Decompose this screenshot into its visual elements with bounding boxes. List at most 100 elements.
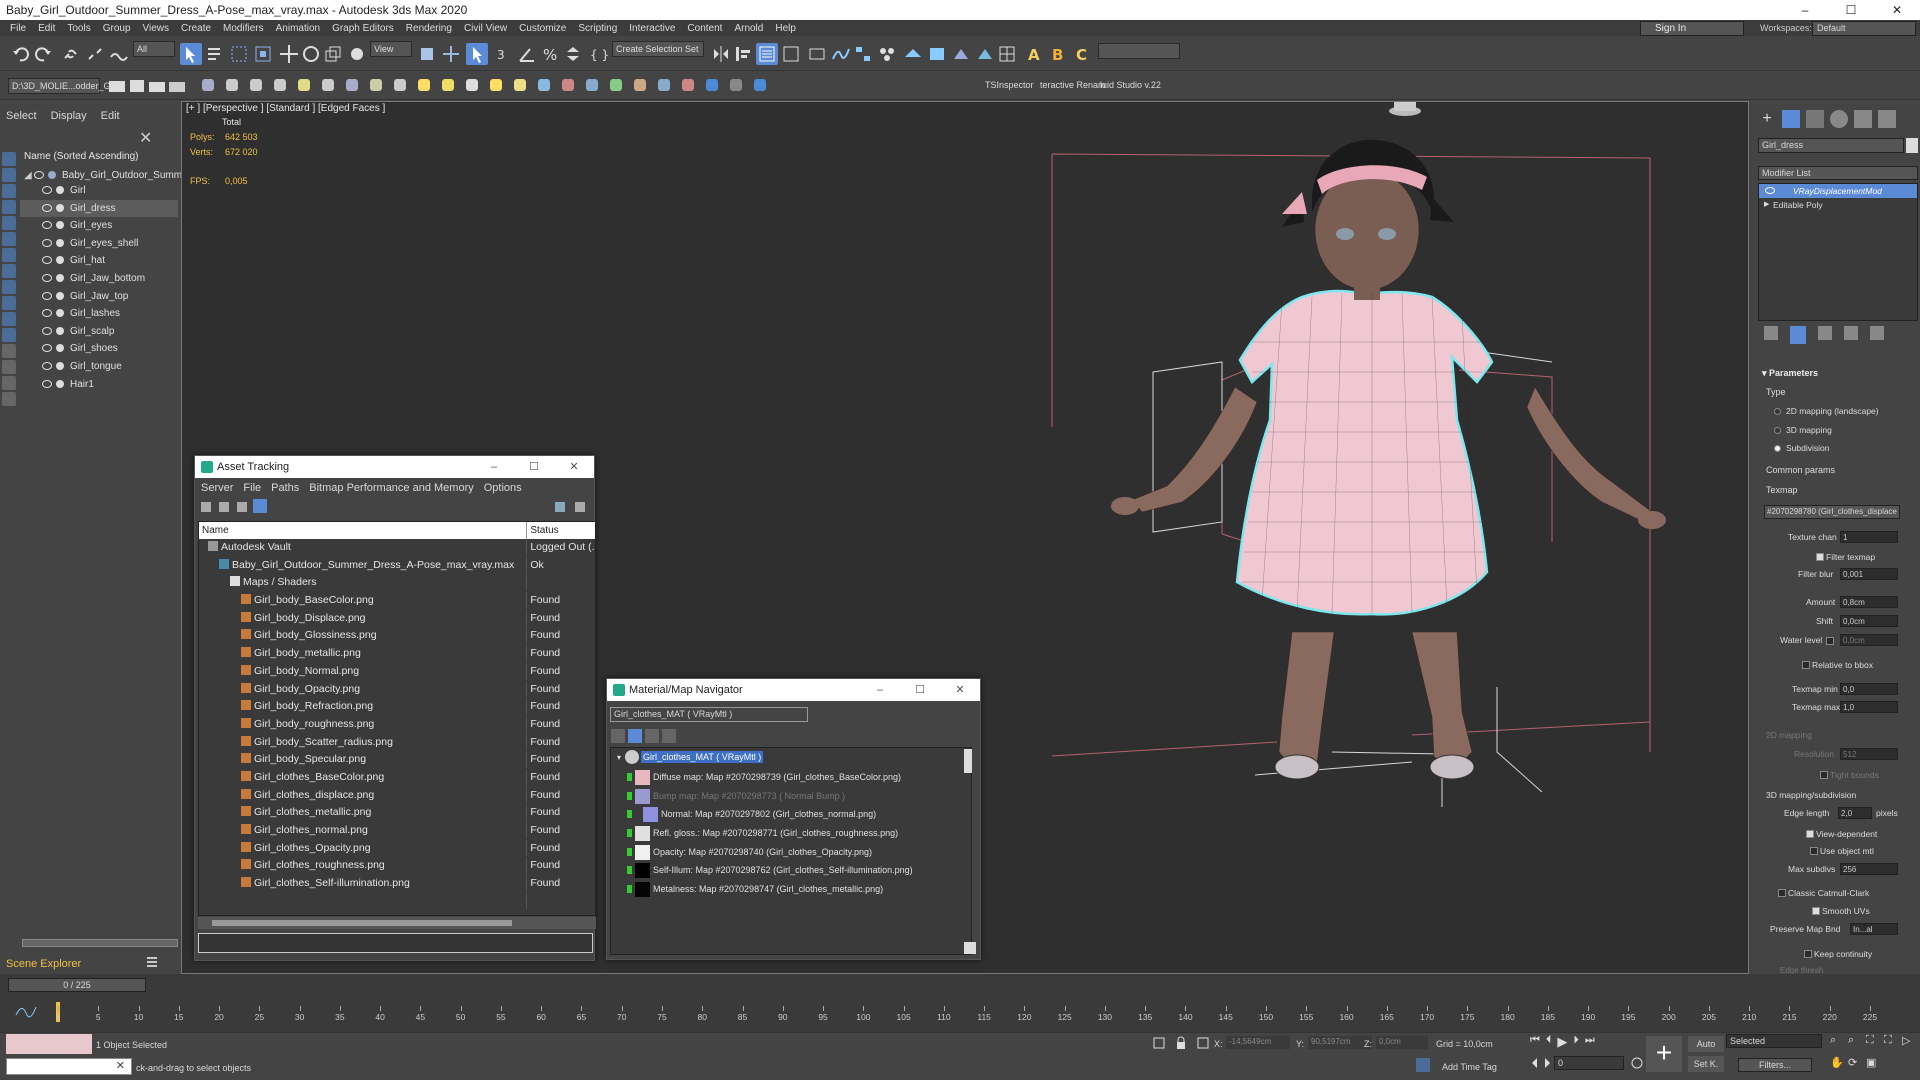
current-material-field[interactable]: Girl_clothes_MAT ( VRayMtl ) xyxy=(610,707,808,722)
texture-chan-spinner[interactable]: 1 xyxy=(1840,531,1898,543)
toggle-ribbon-icon[interactable] xyxy=(806,43,828,65)
motion-tab-icon[interactable] xyxy=(1830,110,1848,128)
scene-object-row[interactable]: Girl_shoes xyxy=(20,340,178,358)
radio-icon[interactable] xyxy=(1774,408,1781,415)
map-row[interactable]: Diffuse map: Map #2070298739 (Girl_cloth… xyxy=(611,768,971,787)
select-by-name-icon[interactable] xyxy=(204,43,226,65)
visibility-eye-icon[interactable] xyxy=(42,379,52,388)
sphere-tool-icon[interactable] xyxy=(370,79,382,91)
interactive-rename-label[interactable]: teractive Renam xyxy=(1040,80,1106,90)
radio-icon[interactable] xyxy=(1774,445,1781,452)
filter-bones-icon[interactable] xyxy=(2,280,16,294)
texmap-min-spinner[interactable]: 0,0 xyxy=(1840,683,1898,695)
column-status-header[interactable]: Status xyxy=(527,522,595,539)
redo-icon[interactable] xyxy=(32,43,54,65)
visibility-eye-icon[interactable] xyxy=(42,256,52,265)
lock-selection-icon[interactable] xyxy=(1174,1036,1188,1050)
render-iterative-icon[interactable] xyxy=(974,43,996,65)
parameters-rollout[interactable]: ▾ Parameters xyxy=(1762,368,1818,379)
render-toggle-icon[interactable] xyxy=(56,309,64,318)
pivot-icon[interactable] xyxy=(416,43,438,65)
visibility-eye-icon[interactable] xyxy=(42,203,52,212)
previous-frame-icon[interactable]: ⏴ xyxy=(1546,1034,1552,1050)
filter-helpers-icon[interactable] xyxy=(2,216,16,230)
time-slider[interactable]: 0 / 225 xyxy=(8,978,146,992)
project-folder-icon[interactable] xyxy=(106,75,128,97)
sign-in-dropdown[interactable]: Sign In xyxy=(1640,21,1744,36)
link-icon[interactable] xyxy=(60,43,82,65)
asset-row[interactable]: Girl_clothes_BaseColor.png Found xyxy=(199,768,595,787)
map-row[interactable]: Refl. gloss.: Map #2070298771 (Girl_clot… xyxy=(611,824,971,843)
close-icon[interactable]: ✕ xyxy=(940,679,980,701)
asset-row[interactable]: Girl_clothes_roughness.png Found xyxy=(199,857,595,876)
scale-icon[interactable] xyxy=(322,43,344,65)
map-row[interactable]: Self-Illum: Map #2070298762 (Girl_clothe… xyxy=(611,861,971,880)
visibility-eye-icon[interactable] xyxy=(42,273,52,282)
menu-options[interactable]: Options xyxy=(484,482,522,494)
configure-sets-icon[interactable] xyxy=(1870,326,1884,340)
geosphere-tool-icon[interactable] xyxy=(466,79,478,91)
maximize-button[interactable]: ☐ xyxy=(1828,0,1874,20)
keyboard-shortcut-icon[interactable] xyxy=(466,43,488,65)
scene-object-row[interactable]: Girl_dress xyxy=(20,199,178,218)
play-icon[interactable]: ▶ xyxy=(1557,1034,1567,1050)
collapse-arrow-icon[interactable]: ▾ xyxy=(617,749,621,767)
scene-object-row[interactable]: Girl_lashes xyxy=(20,305,178,323)
cone-tool-icon[interactable] xyxy=(442,79,454,91)
particle-tool-icon[interactable] xyxy=(562,79,574,91)
project-path-dropdown[interactable]: D:\3D_MOLIE...odder_Gi xyxy=(8,78,113,94)
fov-icon[interactable]: ▷ xyxy=(1902,1034,1916,1048)
modify-tab-icon[interactable] xyxy=(1782,110,1800,128)
max-subdivs-spinner[interactable]: 256 xyxy=(1840,863,1898,875)
toggle-layer-explorer-icon[interactable] xyxy=(780,43,802,65)
column-name-header[interactable]: Name xyxy=(199,522,528,539)
asset-row[interactable]: Girl_clothes_metallic.png Found xyxy=(199,804,595,822)
spinner-snap-icon[interactable] xyxy=(562,43,584,65)
current-frame-field[interactable]: 0 xyxy=(1554,1056,1624,1070)
menu-civil-view[interactable]: Civil View xyxy=(458,23,513,34)
menu-modifiers[interactable]: Modifiers xyxy=(217,23,270,34)
use-object-mtl-checkbox[interactable] xyxy=(1810,847,1818,855)
render-tool-icon[interactable] xyxy=(754,79,766,91)
selection-set-dropdown[interactable]: Selected xyxy=(1726,1034,1822,1048)
relative-bbox-checkbox[interactable] xyxy=(1802,661,1810,669)
view-list-icon[interactable] xyxy=(611,729,625,743)
view-small-icons-icon[interactable] xyxy=(645,729,659,743)
add-time-tag-label[interactable]: Add Time Tag xyxy=(1442,1062,1497,1072)
zoom-icon[interactable]: ⌕ xyxy=(1830,1034,1844,1048)
go-to-end-icon[interactable]: ⏭ xyxy=(1585,1034,1595,1050)
angle-snap-icon[interactable] xyxy=(516,43,538,65)
render-grid-icon[interactable] xyxy=(996,43,1018,65)
material-tool-icon[interactable] xyxy=(658,79,670,91)
mirror-icon[interactable] xyxy=(710,43,732,65)
render-toggle-icon[interactable] xyxy=(56,379,64,388)
auto-key-button[interactable]: Auto xyxy=(1688,1036,1724,1052)
menu-animation[interactable]: Animation xyxy=(270,23,326,34)
scene-explorer-scrollbar[interactable] xyxy=(22,939,178,947)
viewport-label[interactable]: [+ ] [Perspective ] [Standard ] [Edged F… xyxy=(186,103,385,114)
zoom-extents-icon[interactable]: ⛶ xyxy=(1866,1034,1880,1048)
keep-continuity-checkbox[interactable] xyxy=(1804,950,1812,958)
scene-object-row[interactable]: Girl_tongue xyxy=(20,358,178,376)
filter-spacewarps-icon[interactable] xyxy=(2,232,16,246)
unlink-icon[interactable] xyxy=(84,43,106,65)
menu-file[interactable]: File xyxy=(4,23,32,34)
tab-display[interactable]: Display xyxy=(51,110,87,122)
map-row[interactable]: Normal: Map #2070297802 (Girl_clothes_no… xyxy=(611,805,971,824)
helper-tool-icon[interactable] xyxy=(634,79,646,91)
toolbar-icon-1[interactable] xyxy=(201,502,211,512)
asset-row[interactable]: Girl_clothes_Self-illumination.png Found xyxy=(199,875,595,893)
fluid-studio-label[interactable]: luid Studio v.22 xyxy=(1100,80,1161,90)
type-radio-option[interactable]: 3D mapping xyxy=(1774,421,1879,440)
minimize-icon[interactable]: – xyxy=(474,456,514,478)
close-button[interactable]: ✕ xyxy=(1874,0,1920,20)
render-toggle-icon[interactable] xyxy=(56,291,64,300)
modifier-eye-icon[interactable] xyxy=(1765,187,1775,194)
scene-object-row[interactable]: Girl_Jaw_bottom xyxy=(20,270,178,288)
asset-row[interactable]: Girl_body_Opacity.png Found xyxy=(199,680,595,699)
material-editor-icon[interactable] xyxy=(876,43,898,65)
menu-paths[interactable]: Paths xyxy=(271,482,299,494)
set-key-button[interactable]: Set K. xyxy=(1688,1056,1724,1072)
render-toggle-icon[interactable] xyxy=(56,186,64,194)
filter-none-icon[interactable] xyxy=(2,360,16,374)
